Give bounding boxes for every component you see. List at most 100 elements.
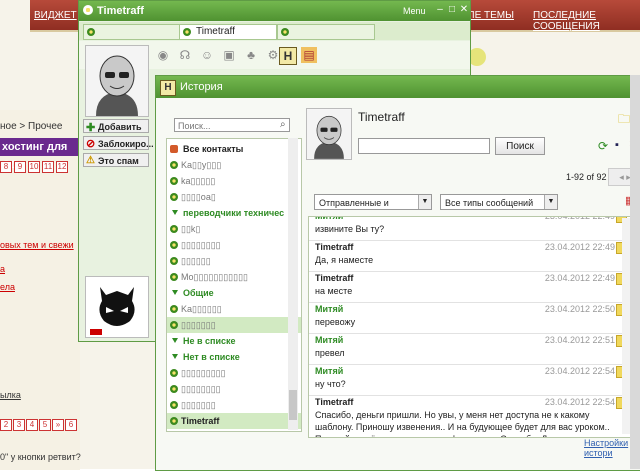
contact-item[interactable]: ▯▯▯▯▯▯▯▯ <box>167 237 301 253</box>
forum-link[interactable]: овых тем и свежи <box>0 240 74 250</box>
contact-item[interactable]: ▯▯▯▯▯▯▯ <box>167 397 301 413</box>
block-contact-button[interactable]: ⊘ Заблокиро... <box>83 136 154 150</box>
page-link[interactable]: 11 <box>42 161 54 173</box>
contact-label: переводчики техничес <box>183 208 285 218</box>
contact-group[interactable]: Не в списке <box>167 333 301 349</box>
webcam-icon[interactable]: ◉ <box>155 47 171 63</box>
message-timestamp: 23.04.2012 22:51 <box>544 335 615 345</box>
history-contact-list[interactable]: Все контакты Ka▯▯y▯▯▯ ka▯▯▯▯▯ ▯▯▯▯oa▯ перево… <box>166 138 302 432</box>
all-contacts-item[interactable]: Все контакты <box>167 141 301 157</box>
folder-icon[interactable]: 🗀 <box>618 110 630 131</box>
contact-item[interactable]: ka▯▯▯▯▯ <box>167 173 301 189</box>
page-link[interactable]: 2 <box>0 419 12 431</box>
contact-label: Ka▯▯y▯▯▯ <box>181 160 222 170</box>
contact-list-scrollbar[interactable] <box>288 138 298 430</box>
page-link[interactable]: 3 <box>13 419 25 431</box>
direction-filter-select[interactable]: Отправленные и получен...▼ <box>314 194 432 224</box>
chevron-down-icon: ▼ <box>418 195 431 209</box>
contact-label: Mo▯▯▯▯▯▯▯▯▯▯▯ <box>181 272 248 282</box>
history-search-input[interactable] <box>358 138 490 154</box>
contact-label: ▯▯▯▯▯▯▯ <box>181 320 216 330</box>
minimize-icon[interactable]: – <box>435 5 445 15</box>
contact-group[interactable]: Нет в списке <box>167 349 301 365</box>
message-text: Спасибо, деньги пришли. Но увы, у меня н… <box>315 410 610 437</box>
contact-search-input[interactable]: Поиск... <box>174 118 290 132</box>
type-filter-select[interactable]: Все типы сообщений ▼ <box>440 194 558 210</box>
history-contact-name: Timetraff <box>358 110 405 124</box>
contact-item[interactable]: ▯▯▯▯▯▯▯▯ <box>167 381 301 397</box>
forum-nav-link-widget[interactable]: ВИДЖЕТ <box>34 10 77 21</box>
message-text: извините Вы ту? <box>315 224 385 234</box>
contact-item[interactable]: ▯▯▯▯▯▯▯ <box>167 317 301 333</box>
contact-item[interactable]: ▯▯k▯ <box>167 221 301 237</box>
menu-button[interactable]: Menu <box>403 6 426 16</box>
add-contact-button[interactable]: ✚ Добавить <box>83 119 149 134</box>
message-list[interactable]: Митяй 23.04.2012 22:49 извините Вы ту? Time… <box>308 216 636 438</box>
contact-item[interactable]: Ka▯▯y▯▯▯ <box>167 157 301 173</box>
page-link[interactable]: 9 <box>14 161 26 173</box>
flower-icon <box>183 28 191 36</box>
page-link[interactable]: 4 <box>26 419 38 431</box>
forum-link[interactable]: ылка <box>0 390 21 400</box>
forum-link[interactable]: ела <box>0 282 15 292</box>
page-link[interactable]: 10 <box>28 161 40 173</box>
refresh-icon[interactable]: ⟳ <box>598 139 608 153</box>
history-search-button[interactable]: Поиск <box>495 137 545 155</box>
history-contact-avatar <box>306 108 352 160</box>
voice-icon[interactable]: ☊ <box>177 47 193 63</box>
contact-item[interactable]: Mo▯▯▯▯▯▯▯▯▯▯▯ <box>167 269 301 285</box>
group-expand-icon <box>172 338 178 343</box>
maximize-icon[interactable]: □ <box>447 5 457 15</box>
contact-item[interactable]: ▯▯▯▯oa▯ <box>167 189 301 205</box>
history-titlebar[interactable]: H История <box>156 76 640 98</box>
breadcrumb[interactable]: ное > Прочее <box>0 121 62 132</box>
forum-nav-link-latest[interactable]: ПОСЛЕДНИЕ СООБЩЕНИЯ <box>533 10 640 32</box>
forum-link[interactable]: а <box>0 264 5 274</box>
contact-label: Нет в списке <box>183 352 240 362</box>
games-icon[interactable]: ♣ <box>243 47 259 63</box>
status-flower-icon <box>170 193 178 201</box>
page-link[interactable]: 8 <box>0 161 12 173</box>
app-flower-icon <box>83 5 93 15</box>
message-timestamp: 23.04.2012 22:49 <box>544 216 615 221</box>
forum-nav-link-topics[interactable]: ЛЕ ТЕМЫ <box>468 10 514 21</box>
contact-group[interactable]: Общие <box>167 285 301 301</box>
contact-item[interactable]: ▯▯▯▯▯▯ <box>167 253 301 269</box>
chat-tab-timetraff[interactable]: Timetraff <box>179 24 277 40</box>
contact-card-icon[interactable]: ▤ <box>301 47 317 63</box>
all-contacts-icon <box>170 145 178 153</box>
contact-group[interactable]: переводчики техничес <box>167 205 301 221</box>
contact-info-icon[interactable]: ☺ <box>199 47 215 63</box>
page-link[interactable]: 6 <box>65 419 77 431</box>
forum-link[interactable]: 0" у кнопки ретвит? <box>0 452 81 462</box>
contact-item[interactable]: ▯▯▯▯▯▯▯▯▯ <box>167 365 301 381</box>
status-flower-icon <box>170 225 178 233</box>
page-link[interactable]: 12 <box>56 161 68 173</box>
contact-item[interactable]: Timetraff <box>167 413 301 429</box>
contact-label: ▯▯▯▯▯▯ <box>181 256 211 266</box>
scrollbar-thumb[interactable] <box>289 390 297 420</box>
contact-label: Все контакты <box>183 144 244 154</box>
save-icon[interactable]: ▪ <box>615 139 619 151</box>
page-link[interactable]: » <box>52 419 64 431</box>
history-message: Timetraff 23.04.2012 22:49 Да, я наместе <box>315 242 627 266</box>
history-message: Митяй 23.04.2012 22:54 ну что? <box>315 366 627 390</box>
close-icon[interactable]: ✕ <box>459 5 469 15</box>
history-icon[interactable]: H <box>279 47 297 65</box>
message-separator <box>309 364 627 365</box>
message-separator <box>309 395 627 396</box>
contact-label: ▯▯▯▯▯▯▯ <box>181 400 216 410</box>
page-link[interactable]: 5 <box>39 419 51 431</box>
chat-window-titlebar[interactable]: Timetraff Menu – □ ✕ <box>79 1 470 21</box>
search-icon[interactable]: ⌕ <box>280 119 286 130</box>
report-spam-button[interactable]: ⚠ Это спам <box>83 153 149 167</box>
history-title: История <box>180 81 223 93</box>
history-message: Timetraff 23.04.2012 22:49 на месте <box>315 273 627 297</box>
history-message: Митяй 23.04.2012 22:49 извините Вы ту? <box>315 216 627 235</box>
status-flower-icon <box>170 305 178 313</box>
message-separator <box>309 240 627 241</box>
chat-tab[interactable] <box>83 24 181 40</box>
chat-tab[interactable] <box>277 24 375 40</box>
video-icon[interactable]: ▣ <box>221 47 237 63</box>
contact-item[interactable]: Ka▯▯▯▯▯▯ <box>167 301 301 317</box>
